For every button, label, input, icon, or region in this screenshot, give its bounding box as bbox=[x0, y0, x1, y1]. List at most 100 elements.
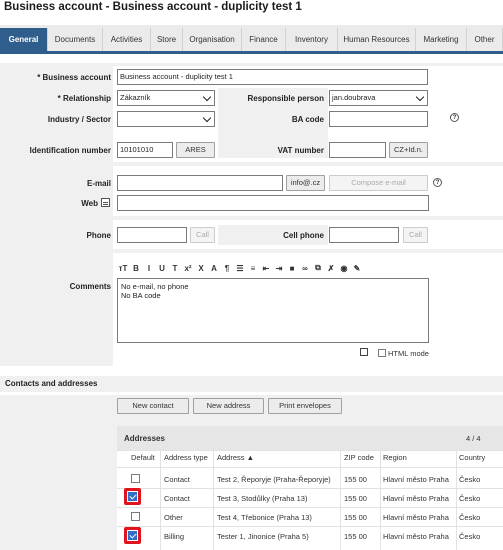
help-icon[interactable]: ? bbox=[450, 113, 459, 122]
cell-phone-input[interactable] bbox=[329, 227, 399, 243]
address-type-cell: Contact bbox=[164, 475, 190, 484]
tab-general[interactable]: General bbox=[0, 28, 48, 51]
comments-label: Comments bbox=[69, 282, 111, 291]
preview-icon[interactable]: ◉ bbox=[339, 264, 349, 273]
phone-label: Phone bbox=[86, 231, 111, 240]
info-email-button[interactable]: info@.cz bbox=[286, 175, 325, 191]
superscript-icon[interactable]: x² bbox=[183, 264, 193, 273]
tab-finance[interactable]: Finance bbox=[242, 28, 286, 51]
responsible-person-label: Responsible person bbox=[247, 94, 324, 103]
tab-bar: General Documents Activities Store Organ… bbox=[0, 25, 503, 54]
region-cell: Hlavní město Praha bbox=[383, 513, 449, 522]
default-checkbox[interactable] bbox=[131, 474, 140, 483]
industry-select[interactable] bbox=[117, 111, 215, 127]
italic-icon[interactable]: I bbox=[144, 264, 154, 273]
region-cell: Hlavní město Praha bbox=[383, 494, 449, 503]
ba-code-input[interactable] bbox=[329, 111, 428, 127]
sort-asc-icon: ▲ bbox=[246, 453, 255, 462]
font-color-icon[interactable]: A bbox=[209, 264, 219, 273]
vat-number-input[interactable] bbox=[329, 142, 386, 158]
copy-icon[interactable] bbox=[360, 348, 368, 356]
column-header-address[interactable]: Address ▲ bbox=[217, 453, 254, 462]
vat-number-label: VAT number bbox=[277, 146, 324, 155]
zip-cell: 155 00 bbox=[344, 475, 367, 484]
default-checkbox[interactable] bbox=[131, 512, 140, 521]
web-input[interactable] bbox=[117, 195, 429, 211]
relationship-select[interactable]: Zákazník bbox=[117, 90, 215, 106]
zip-cell: 155 00 bbox=[344, 494, 367, 503]
cz-id-button[interactable]: CZ+Id.n. bbox=[389, 142, 428, 158]
underline-icon[interactable]: U bbox=[157, 264, 167, 273]
unordered-list-icon[interactable]: ≡ bbox=[248, 264, 258, 273]
default-checkbox[interactable] bbox=[128, 531, 137, 540]
paragraph-icon[interactable]: ¶ bbox=[222, 264, 232, 273]
strikethrough-icon[interactable]: T bbox=[170, 264, 180, 273]
tab-store[interactable]: Store bbox=[151, 28, 183, 51]
address-cell[interactable]: Test 3, Stodůlky (Praha 13) bbox=[217, 494, 307, 503]
web-link-icon[interactable] bbox=[101, 198, 110, 207]
cell-phone-label: Cell phone bbox=[283, 231, 324, 240]
phone-input[interactable] bbox=[117, 227, 187, 243]
identification-number-input[interactable]: 10101010 bbox=[117, 142, 173, 158]
tab-inventory[interactable]: Inventory bbox=[286, 28, 338, 51]
html-mode-checkbox[interactable] bbox=[378, 349, 386, 357]
tab-other[interactable]: Other bbox=[467, 28, 503, 51]
remove-format-icon[interactable]: ✗ bbox=[326, 264, 336, 273]
column-header-zip-code[interactable]: ZIP code bbox=[344, 453, 374, 462]
address-cell[interactable]: Test 4, Třebonice (Praha 13) bbox=[217, 513, 312, 522]
comments-textarea[interactable]: No e-mail, no phone No BA code bbox=[117, 278, 429, 343]
ordered-list-icon[interactable]: ☰ bbox=[235, 264, 245, 273]
call-phone-button[interactable]: Call bbox=[190, 227, 215, 243]
address-type-cell: Billing bbox=[164, 532, 185, 541]
column-header-country[interactable]: Country bbox=[459, 453, 485, 462]
new-contact-button[interactable]: New contact bbox=[117, 398, 189, 414]
help-icon[interactable]: ? bbox=[433, 178, 442, 187]
ba-code-label: BA code bbox=[291, 115, 324, 124]
email-input[interactable] bbox=[117, 175, 283, 191]
responsible-person-select[interactable]: jan.doubrava bbox=[329, 90, 428, 106]
address-cell[interactable]: Tester 1, Jinonice (Praha 5) bbox=[217, 532, 309, 541]
address-cell[interactable]: Test 2, Řeporyje (Praha-Řeporyje) bbox=[217, 475, 331, 484]
print-envelopes-button[interactable]: Print envelopes bbox=[268, 398, 342, 414]
tab-activities[interactable]: Activities bbox=[103, 28, 151, 51]
html-mode-label: HTML mode bbox=[388, 349, 429, 358]
outdent-icon[interactable]: ⇤ bbox=[261, 264, 271, 273]
country-cell: Česko bbox=[459, 532, 481, 541]
unlink-icon[interactable]: ⧉ bbox=[313, 263, 323, 273]
edit-icon[interactable]: ✎ bbox=[352, 264, 362, 273]
default-checkbox[interactable] bbox=[128, 492, 137, 501]
clear-format-icon[interactable]: X bbox=[196, 264, 206, 273]
country-cell: Česko bbox=[459, 494, 481, 503]
tab-organisation[interactable]: Organisation bbox=[183, 28, 242, 51]
contacts-section-header: Contacts and addresses bbox=[0, 376, 503, 392]
call-cell-button[interactable]: Call bbox=[403, 227, 428, 243]
tab-human-resources[interactable]: Human Resources bbox=[338, 28, 416, 51]
relationship-label: * Relationship bbox=[57, 94, 111, 103]
editor-toolbar: тT B I U Tx² X A ¶ ☰ ≡ ⇤ ⇥ ■ ∞ ⧉ ✗ ◉ ✎ bbox=[118, 262, 362, 274]
ares-button[interactable]: ARES bbox=[176, 142, 215, 158]
addresses-title: Addresses bbox=[124, 434, 165, 443]
indent-icon[interactable]: ⇥ bbox=[274, 264, 284, 273]
column-header-region[interactable]: Region bbox=[383, 453, 407, 462]
business-account-input[interactable]: Business account - duplicity test 1 bbox=[117, 69, 428, 85]
region-cell: Hlavní město Praha bbox=[383, 532, 449, 541]
image-icon[interactable]: ■ bbox=[287, 264, 297, 273]
new-address-button[interactable]: New address bbox=[193, 398, 264, 414]
tab-marketing[interactable]: Marketing bbox=[416, 28, 467, 51]
column-header-default[interactable]: Default bbox=[131, 453, 155, 462]
industry-label: Industry / Sector bbox=[47, 115, 111, 124]
country-cell: Česko bbox=[459, 513, 481, 522]
bold-icon[interactable]: B bbox=[131, 264, 141, 273]
compose-email-button[interactable]: Compose e-mail bbox=[329, 175, 428, 191]
comments-line: No BA code bbox=[121, 291, 161, 300]
region-cell: Hlavní město Praha bbox=[383, 475, 449, 484]
link-icon[interactable]: ∞ bbox=[300, 264, 310, 273]
addresses-count: 4 / 4 bbox=[466, 434, 481, 443]
page-title: Business account - Business account - du… bbox=[4, 1, 302, 13]
text-size-icon[interactable]: тT bbox=[118, 264, 128, 273]
business-account-label: * Business account bbox=[37, 73, 111, 82]
zip-cell: 155 00 bbox=[344, 532, 367, 541]
tab-documents[interactable]: Documents bbox=[48, 28, 103, 51]
identification-number-label: Identification number bbox=[29, 146, 111, 155]
column-header-address-type[interactable]: Address type bbox=[164, 453, 208, 462]
